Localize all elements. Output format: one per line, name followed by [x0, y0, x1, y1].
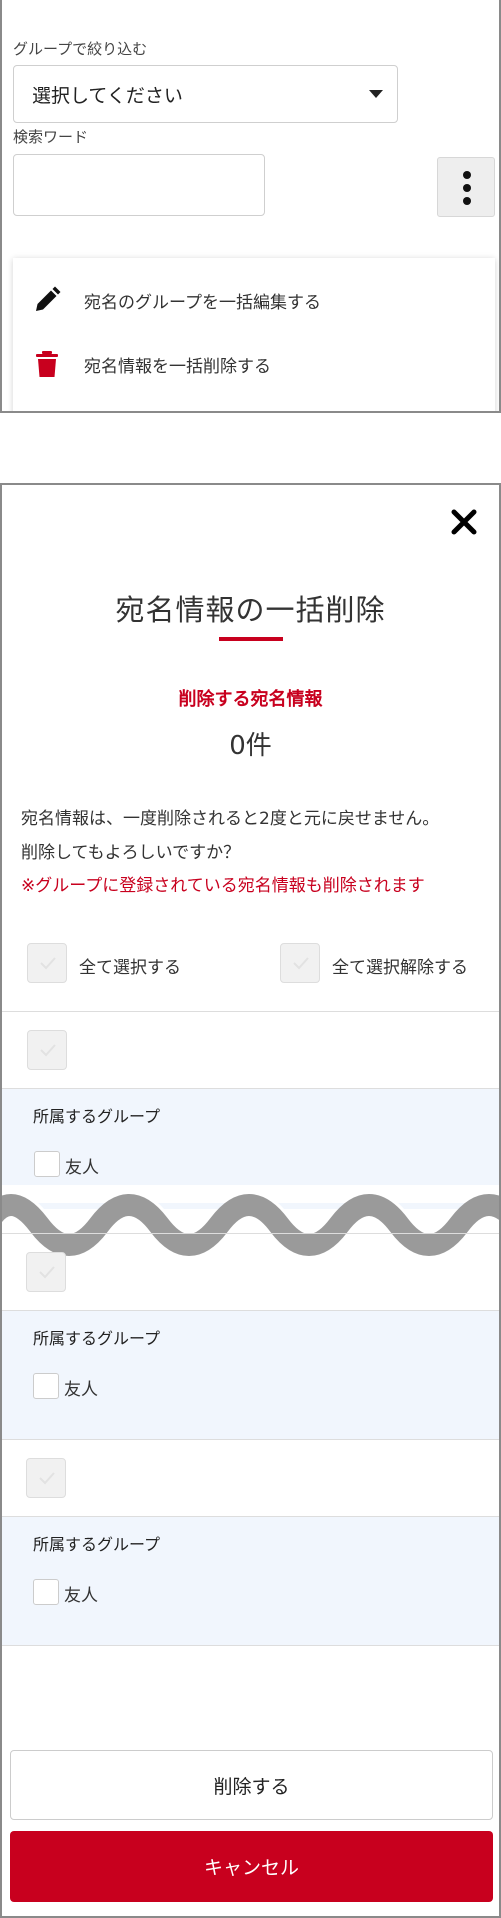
record-checkbox[interactable] [27, 1030, 67, 1070]
bulk-edit-groups-item[interactable]: 宛名のグループを一括編集する [13, 270, 495, 330]
search-input[interactable] [13, 154, 265, 216]
search-label: 検索ワード [13, 128, 89, 146]
group-checkbox[interactable] [33, 1579, 59, 1605]
bulk-delete-item[interactable]: 宛名情報を一括削除する [13, 334, 495, 394]
check-icon [39, 1266, 55, 1279]
close-icon [449, 509, 479, 541]
group-checkbox[interactable] [34, 1151, 60, 1177]
group-checkbox[interactable] [33, 1373, 59, 1399]
group-name: 友人 [64, 1380, 98, 1400]
cancel-button[interactable]: キャンセル [10, 1831, 493, 1902]
deselect-all-label: 全て選択解除する [332, 958, 468, 978]
group-filter-label: グループで絞り込む [13, 40, 148, 58]
check-icon [40, 1044, 56, 1057]
bulk-delete-label: 宛名情報を一括削除する [84, 356, 271, 377]
check-icon [39, 1472, 55, 1485]
check-icon [293, 957, 309, 970]
group-filter-value: 選択してください [32, 84, 183, 107]
warning-text-line: 削除してもよろしいですか？ [21, 843, 241, 863]
group-filter-select[interactable]: 選択してください [13, 65, 398, 123]
title-underline [219, 637, 283, 641]
delete-count-label: 削除する宛名情報 [178, 689, 323, 710]
pencil-icon [33, 286, 61, 314]
divider [2, 1439, 499, 1440]
more-options-button[interactable] [437, 157, 495, 217]
record-groups-panel: 所属するグループ 友人 [2, 1517, 499, 1645]
divider [2, 1233, 499, 1234]
close-button[interactable] [449, 507, 479, 537]
list-screen-frame: グループで絞り込む 選択してください 検索ワード 宛名のグループを一括編集する [0, 0, 501, 413]
group-name: 友人 [65, 1158, 99, 1178]
select-all-checkbox[interactable] [27, 943, 67, 983]
record-checkbox[interactable] [26, 1458, 66, 1498]
record-checkbox[interactable] [26, 1252, 66, 1292]
divider [2, 1011, 499, 1012]
check-icon [40, 957, 56, 970]
record-groups-heading: 所属するグループ [33, 1329, 161, 1348]
bulk-delete-modal: 宛名情報の一括削除 削除する宛名情報 0件 宛名情報は、一度削除されると2度と元… [0, 483, 501, 1918]
warning-text-line: 宛名情報は、一度削除されると2度と元に戻せません。 [21, 809, 440, 829]
modal-title: 宛名情報の一括削除 [115, 593, 386, 627]
select-all-label: 全て選択する [79, 958, 181, 978]
trash-icon [33, 350, 61, 378]
delete-button[interactable]: 削除する [10, 1750, 493, 1820]
deselect-all-checkbox[interactable] [280, 943, 320, 983]
bulk-edit-groups-label: 宛名のグループを一括編集する [84, 292, 321, 313]
record-groups-heading: 所属するグループ [33, 1107, 161, 1126]
wave-cut-divider [2, 1185, 499, 1265]
warning-note: ※グループに登録されている宛名情報も削除されます [21, 876, 425, 896]
record-groups-panel: 所属するグループ 友人 [2, 1311, 499, 1439]
divider [2, 1645, 499, 1646]
delete-count-value: 0件 [229, 731, 272, 761]
group-name: 友人 [64, 1586, 98, 1606]
record-groups-heading: 所属するグループ [33, 1535, 161, 1554]
bulk-actions-menu: 宛名のグループを一括編集する 宛名情報を一括削除する [13, 258, 495, 411]
caret-down-icon [369, 90, 383, 98]
